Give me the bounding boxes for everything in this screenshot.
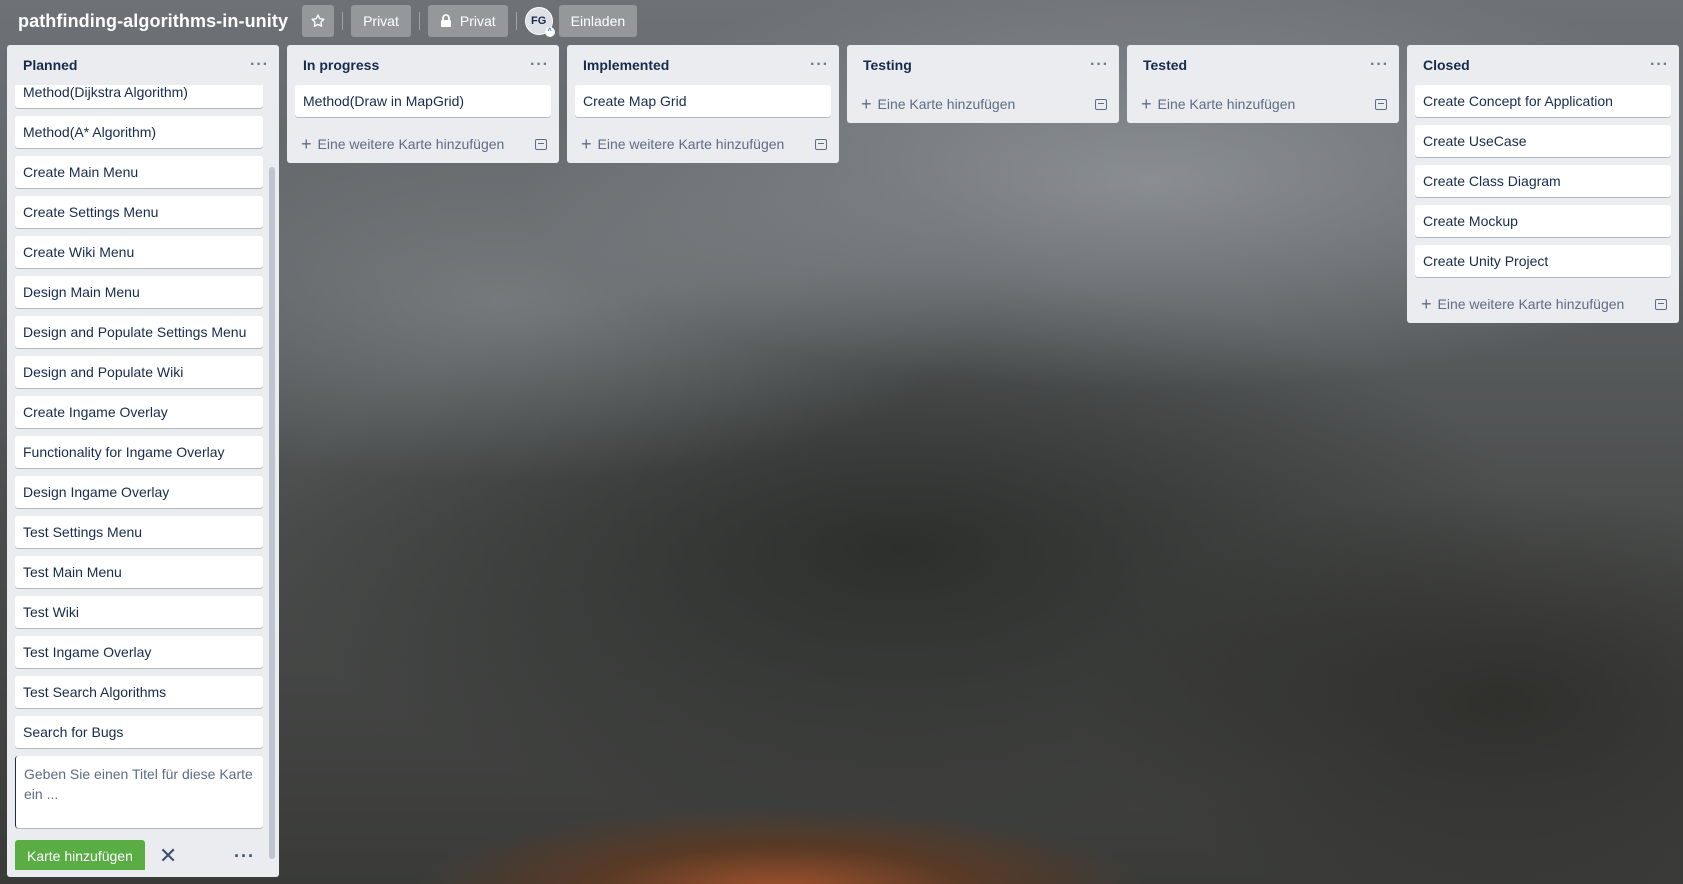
plus-icon: + <box>301 133 312 154</box>
team-visibility-label: Privat <box>459 13 496 29</box>
list-planned: Planned ··· Method(Dijkstra Algorithm) Me… <box>7 45 279 877</box>
add-card-row[interactable]: + Eine weitere Karte hinzufügen <box>287 125 559 163</box>
list-card[interactable]: Create Ingame Overlay <box>15 396 263 428</box>
close-icon[interactable]: ✕ <box>159 845 177 867</box>
list-tested: Tested ··· + Eine Karte hinzufügen <box>1127 45 1399 123</box>
list-card[interactable]: Create Main Menu <box>15 156 263 188</box>
add-card-row[interactable]: + Eine Karte hinzufügen <box>847 85 1119 123</box>
list-card[interactable]: Test Settings Menu <box>15 516 263 548</box>
list-card[interactable]: Create Unity Project <box>1415 245 1671 277</box>
list-card[interactable]: Design Ingame Overlay <box>15 476 263 508</box>
list-header: Planned ··· <box>7 45 279 85</box>
list-card[interactable]: Create Map Grid <box>575 85 831 117</box>
board-title[interactable]: pathfinding-algorithms-in-unity <box>18 11 288 32</box>
list-menu-icon[interactable]: ··· <box>530 56 549 74</box>
plus-icon: + <box>581 133 592 154</box>
list-menu-icon[interactable]: ··· <box>810 56 829 74</box>
list-card[interactable]: Design Main Menu <box>15 276 263 308</box>
list-title[interactable]: Tested <box>1143 57 1187 73</box>
plus-icon: + <box>1141 93 1152 114</box>
card-title-input[interactable]: Geben Sie einen Titel für diese Karte ei… <box>15 756 263 828</box>
list-card[interactable]: Test Main Menu <box>15 556 263 588</box>
list-header: In progress ··· <box>287 45 559 85</box>
list-card[interactable]: Design and Populate Settings Menu <box>15 316 263 348</box>
list-testing: Testing ··· + Eine Karte hinzufügen <box>847 45 1119 123</box>
list-card[interactable]: Test Search Algorithms <box>15 676 263 708</box>
header-divider <box>418 12 420 30</box>
add-card-label: Eine weitere Karte hinzufügen <box>317 136 505 152</box>
list-card[interactable]: Method(A* Algorithm) <box>15 116 263 148</box>
list-card[interactable]: Design and Populate Wiki <box>15 356 263 388</box>
add-card-row[interactable]: + Eine Karte hinzufügen <box>1127 85 1399 123</box>
list-header: Tested ··· <box>1127 45 1399 85</box>
plus-icon: + <box>861 93 872 114</box>
list-title[interactable]: Testing <box>863 57 912 73</box>
add-card-label: Eine weitere Karte hinzufügen <box>1437 296 1625 312</box>
list-title[interactable]: Planned <box>23 57 77 73</box>
add-card-row[interactable]: + Eine weitere Karte hinzufügen <box>567 125 839 163</box>
card-container: Method(Dijkstra Algorithm) Method(A* Algo… <box>15 85 263 870</box>
list-implemented: Implemented ··· Create Map Grid + Eine w… <box>567 45 839 163</box>
star-button[interactable] <box>302 5 335 37</box>
card-template-icon[interactable] <box>535 138 547 150</box>
team-visibility-button[interactable]: Privat <box>427 5 508 37</box>
list-card[interactable]: Create Concept for Application <box>1415 85 1671 117</box>
list-menu-icon[interactable]: ··· <box>1650 56 1669 74</box>
list-menu-icon[interactable]: ··· <box>1090 56 1109 74</box>
visibility-button[interactable]: Privat <box>351 5 411 37</box>
list-card[interactable]: Create Mockup <box>1415 205 1671 237</box>
composer-controls: Karte hinzufügen ✕ ··· <box>15 836 263 870</box>
card-container: Create Concept for Application Create Use… <box>1407 85 1679 277</box>
add-card-label: Eine weitere Karte hinzufügen <box>597 136 785 152</box>
list-card[interactable]: Functionality for Ingame Overlay <box>15 436 263 468</box>
add-card-label: Eine Karte hinzufügen <box>877 96 1016 112</box>
header-divider <box>515 12 517 30</box>
list-in-progress: In progress ··· Method(Draw in MapGrid) … <box>287 45 559 163</box>
invite-button[interactable]: Einladen <box>558 5 638 37</box>
plus-icon: + <box>1421 293 1432 314</box>
list-card[interactable]: Create Wiki Menu <box>15 236 263 268</box>
list-title[interactable]: Implemented <box>583 57 669 73</box>
card-template-icon[interactable] <box>1375 98 1387 110</box>
list-card[interactable]: Create Settings Menu <box>15 196 263 228</box>
lock-icon <box>440 14 451 27</box>
add-card-button[interactable]: Karte hinzufügen <box>15 840 145 870</box>
more-options-icon[interactable]: ··· <box>234 846 255 867</box>
card-container: Create Map Grid <box>567 85 839 117</box>
list-title[interactable]: In progress <box>303 57 379 73</box>
avatar-initials: FG <box>531 15 547 27</box>
list-header: Closed ··· <box>1407 45 1679 85</box>
list-card[interactable]: Method(Draw in MapGrid) <box>295 85 551 117</box>
card-container: Method(Draw in MapGrid) <box>287 85 559 117</box>
card-template-icon[interactable] <box>1655 298 1667 310</box>
list-menu-icon[interactable]: ··· <box>1370 56 1389 74</box>
list-card[interactable]: Method(Dijkstra Algorithm) <box>15 85 263 108</box>
list-title[interactable]: Closed <box>1423 57 1470 73</box>
list-card[interactable]: Test Ingame Overlay <box>15 636 263 668</box>
list-header: Implemented ··· <box>567 45 839 85</box>
list-scroll-area[interactable]: Method(Dijkstra Algorithm) Method(A* Algo… <box>7 85 279 870</box>
star-icon <box>311 14 325 27</box>
add-card-label: Eine Karte hinzufügen <box>1157 96 1296 112</box>
admin-chevron-icon: ^ <box>544 27 555 37</box>
card-template-icon[interactable] <box>815 138 827 150</box>
list-closed: Closed ··· Create Concept for Applicatio… <box>1407 45 1679 323</box>
scrollbar[interactable] <box>269 167 275 859</box>
card-template-icon[interactable] <box>1095 98 1107 110</box>
header-divider <box>342 12 344 30</box>
add-card-row[interactable]: + Eine weitere Karte hinzufügen <box>1407 285 1679 323</box>
list-card[interactable]: Search for Bugs <box>15 716 263 748</box>
avatar[interactable]: FG ^ <box>524 7 555 37</box>
list-card[interactable]: Create UseCase <box>1415 125 1671 157</box>
list-menu-icon[interactable]: ··· <box>250 56 269 74</box>
list-card[interactable]: Test Wiki <box>15 596 263 628</box>
list-card[interactable]: Create Class Diagram <box>1415 165 1671 197</box>
list-header: Testing ··· <box>847 45 1119 85</box>
board-header: pathfinding-algorithms-in-unity Privat P… <box>0 0 1683 42</box>
